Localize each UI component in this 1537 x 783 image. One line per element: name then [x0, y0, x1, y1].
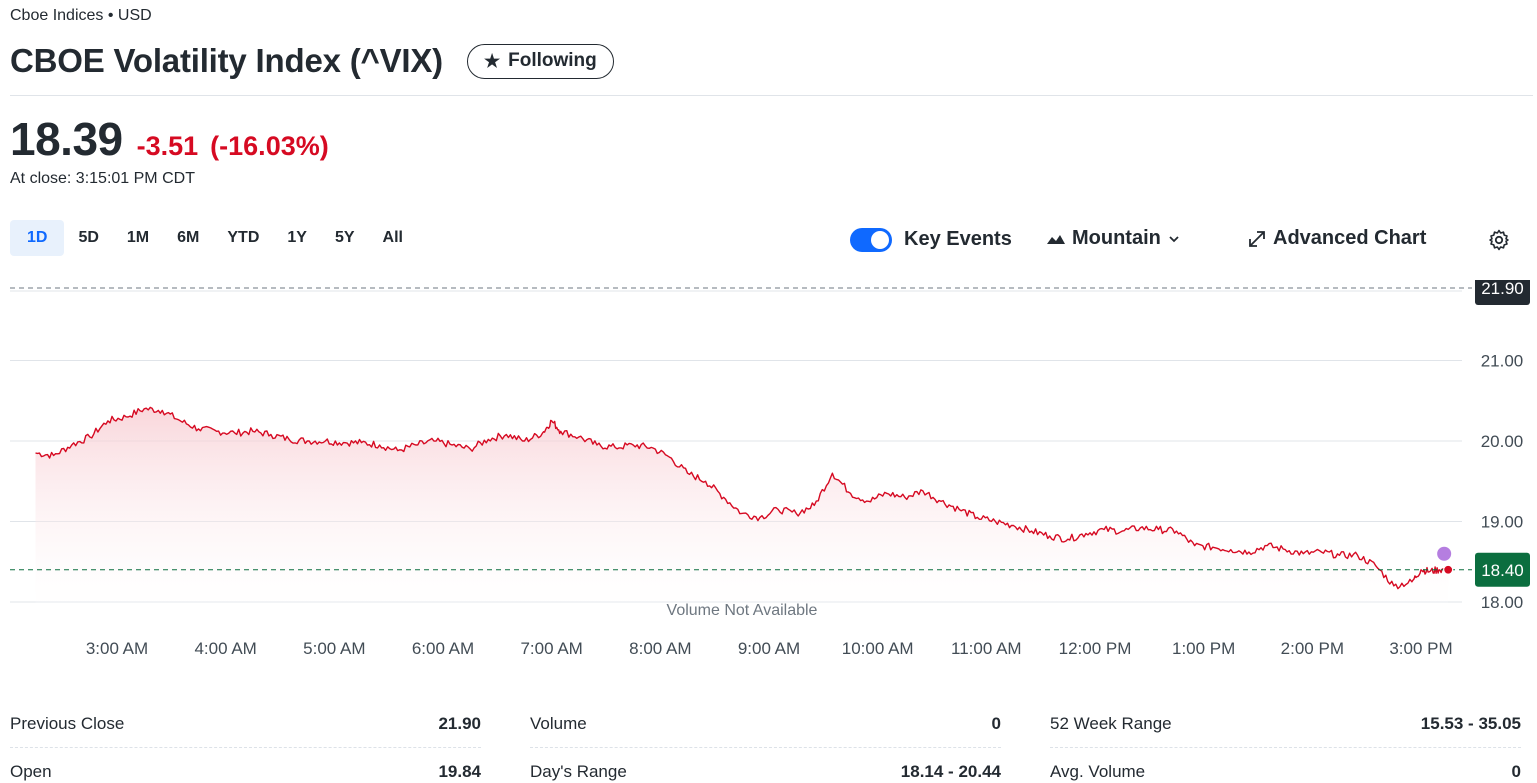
last-price: 18.39 [10, 113, 123, 165]
close-time: At close: 3:15:01 PM CDT [10, 170, 195, 187]
stat-label: Open [10, 761, 52, 781]
current-price-tag: 18.40 [1481, 561, 1524, 580]
x-tick-label: 5:00 AM [303, 639, 365, 658]
range-tab-all[interactable]: All [369, 220, 417, 256]
following-label: Following [508, 50, 597, 71]
key-events-toggle[interactable] [850, 228, 892, 252]
y-tick-label: 21.00 [1481, 351, 1524, 370]
stats-column: 52 Week Range 15.53 - 35.05 Avg. Volume 0 [1050, 700, 1521, 783]
header-divider [10, 95, 1533, 96]
stat-label: Previous Close [10, 713, 125, 733]
range-tab-ytd[interactable]: YTD [213, 220, 273, 256]
x-tick-label: 3:00 PM [1389, 639, 1452, 658]
x-tick-label: 9:00 AM [738, 639, 800, 658]
advanced-chart-label: Advanced Chart [1273, 227, 1427, 249]
x-tick-label: 6:00 AM [412, 639, 474, 658]
volume-note: Volume Not Available [667, 602, 818, 619]
stat-row: Day's Range 18.14 - 20.44 [530, 748, 1001, 783]
range-tab-1m[interactable]: 1M [113, 220, 163, 256]
stat-value: 19.84 [438, 761, 481, 781]
stat-value: 15.53 - 35.05 [1420, 713, 1521, 733]
range-tab-6m[interactable]: 6M [163, 220, 213, 256]
stat-row: Volume 0 [530, 700, 1001, 748]
star-icon: ★ [483, 50, 501, 71]
toggle-knob [871, 231, 889, 249]
stat-row: Previous Close 21.90 [10, 700, 481, 748]
stat-row: Open 19.84 [10, 748, 481, 783]
stat-value: 21.90 [438, 713, 481, 733]
x-tick-label: 2:00 PM [1281, 639, 1344, 658]
stat-label: Volume [530, 713, 587, 733]
chart-type-label: Mountain [1072, 227, 1161, 249]
x-tick-label: 11:00 AM [951, 639, 1022, 658]
following-button[interactable]: ★ Following [466, 43, 614, 79]
stat-value: 0 [991, 713, 1001, 733]
y-tick-label: 20.00 [1481, 432, 1524, 451]
stats-column: Previous Close 21.90 Open 19.84 [10, 700, 481, 783]
exchange-currency-line: Cboe Indices • USD [10, 7, 152, 24]
key-event-marker[interactable] [1437, 546, 1452, 561]
price-chart[interactable]: 21.00 20.00 19.00 18.00 3:00 AM 4:00 AM 5:00 … [0, 280, 1537, 675]
y-tick-label: 18.00 [1481, 593, 1524, 612]
x-tick-label: 7:00 AM [520, 639, 582, 658]
range-tab-1d[interactable]: 1D [10, 220, 65, 256]
stat-label: 52 Week Range [1050, 713, 1172, 733]
stat-row: 52 Week Range 15.53 - 35.05 [1050, 700, 1521, 748]
chevron-down-icon [1169, 235, 1179, 242]
stat-value: 18.14 - 20.44 [900, 761, 1001, 781]
last-price-marker [1443, 564, 1454, 575]
price-area-fill [35, 407, 1449, 610]
page-title: CBOE Volatility Index (^VIX) [10, 42, 443, 79]
stat-value: 0 [1511, 761, 1521, 781]
x-tick-label: 10:00 AM [842, 639, 914, 658]
chart-controls: Key Events Mountain Advanced Chart [850, 225, 1537, 255]
price-change: -3.51 [136, 131, 199, 161]
range-tab-5y[interactable]: 5Y [321, 220, 369, 256]
range-tab-5d[interactable]: 5D [64, 220, 112, 256]
gear-icon[interactable] [1487, 228, 1511, 252]
stats-column: Volume 0 Day's Range 18.14 - 20.44 [530, 700, 1001, 783]
expand-icon [1249, 230, 1265, 247]
stat-row: Avg. Volume 0 [1050, 748, 1521, 783]
advanced-chart-button[interactable]: Advanced Chart [1248, 227, 1426, 250]
title-row: CBOE Volatility Index (^VIX) ★ Following [10, 42, 614, 80]
y-tick-label: 19.00 [1481, 512, 1524, 531]
series-layer [10, 287, 1472, 610]
price-change-percent: (-16.03%) [210, 131, 329, 161]
stat-label: Day's Range [530, 761, 627, 781]
stat-label: Avg. Volume [1050, 761, 1146, 781]
mountain-icon [1047, 234, 1065, 244]
x-tick-label: 3:00 AM [86, 639, 148, 658]
x-tick-label: 1:00 PM [1172, 639, 1235, 658]
range-tab-1y[interactable]: 1Y [273, 220, 321, 256]
key-events-label: Key Events [904, 228, 1012, 250]
range-tabs: 1D 5D 1M 6M YTD 1Y 5Y All [10, 220, 417, 256]
previous-close-tag: 21.90 [1481, 280, 1524, 298]
x-tick-label: 4:00 AM [194, 639, 256, 658]
x-axis: 3:00 AM 4:00 AM 5:00 AM 6:00 AM 7:00 AM 8:00 … [86, 639, 1453, 658]
price-row: 18.39 -3.51 (-16.03%) [10, 112, 329, 166]
x-tick-label: 8:00 AM [629, 639, 691, 658]
chart-type-dropdown[interactable]: Mountain [1047, 227, 1180, 250]
x-tick-label: 12:00 PM [1059, 639, 1132, 658]
